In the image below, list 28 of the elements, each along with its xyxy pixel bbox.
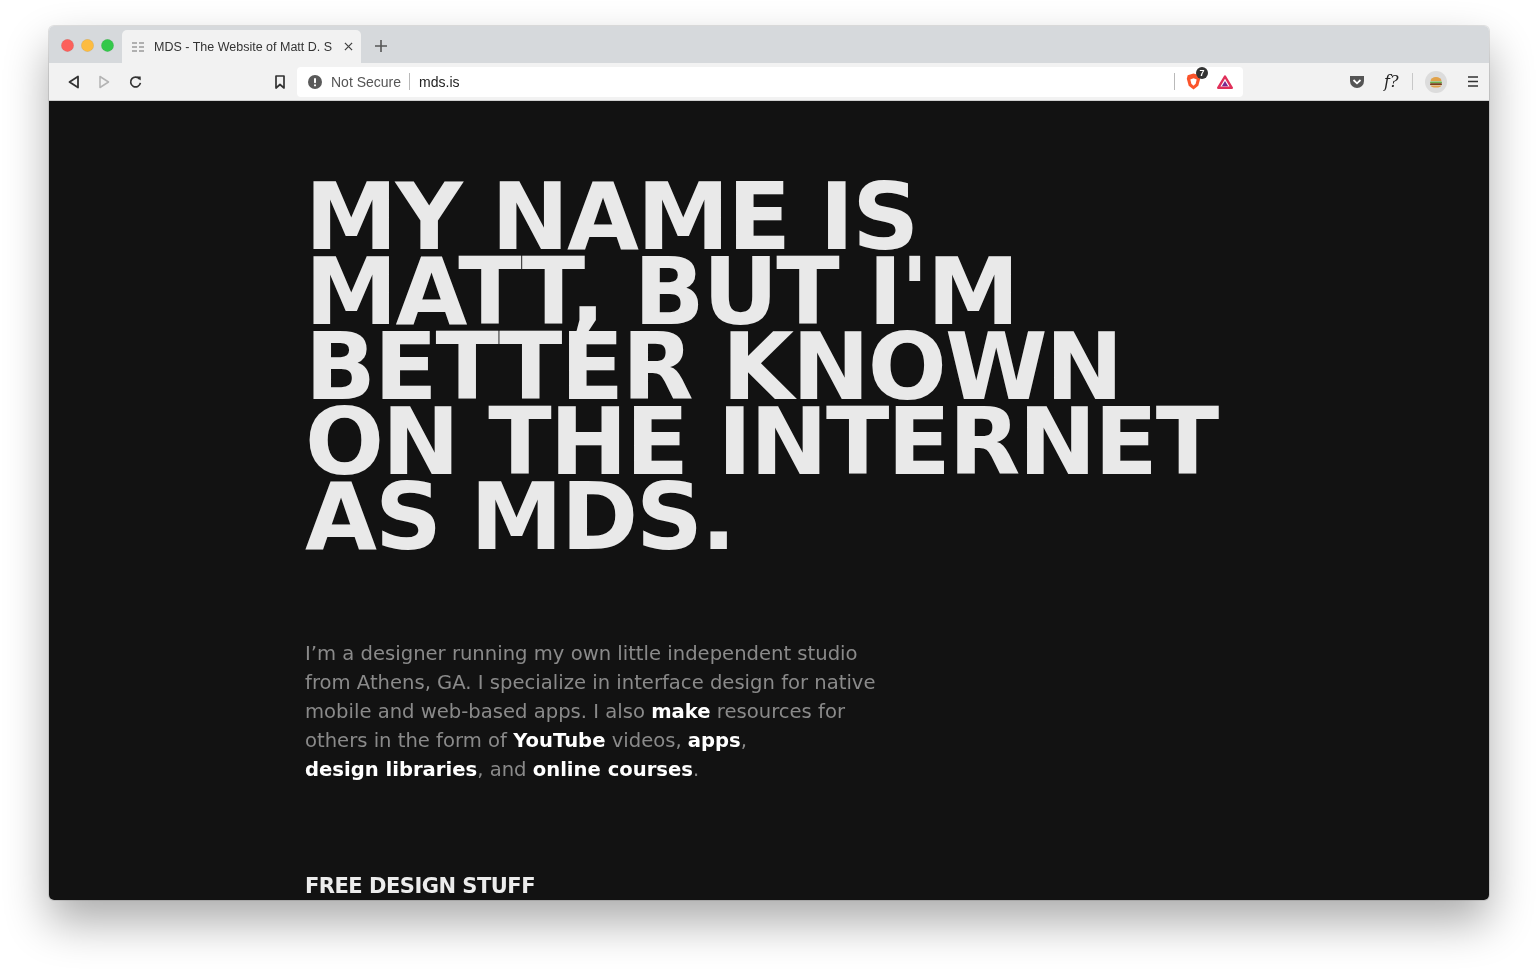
count-badge: 7	[1196, 67, 1208, 79]
url-text: mds.is	[419, 73, 460, 90]
bookmark-icon[interactable]	[275, 74, 285, 89]
inline-link[interactable]: design libraries	[305, 758, 478, 781]
forward-icon	[98, 74, 111, 89]
inline-link[interactable]: YouTube	[513, 729, 606, 752]
warning-icon[interactable]	[308, 74, 322, 89]
plus-icon[interactable]	[375, 40, 387, 52]
burger-icon[interactable]	[1424, 70, 1447, 93]
inline-link[interactable]: make	[651, 700, 711, 723]
lines-icon	[132, 41, 144, 52]
address-field[interactable]: Not Secure mds.is 7	[297, 66, 1243, 97]
headline: MY NAME IS MATT, BUT I'M BETTER KNOWN ON THE INTERNET AS MDS.	[305, 180, 1220, 555]
chevron-badge-icon[interactable]	[1349, 74, 1365, 89]
shield-icon[interactable]	[1186, 73, 1201, 90]
inline-link[interactable]: apps	[687, 729, 741, 752]
reload-icon	[129, 74, 142, 89]
menu-icon[interactable]	[1467, 76, 1478, 87]
security-label: Not Secure	[331, 73, 402, 90]
intro-paragraph: I’m a designer running my own little independent studio from Athens, GA. I specialize in interface design for native mobile and web-based apps. I also make resources for others in the form of YouTube videos, apps, design libraries, and online courses.	[305, 641, 877, 783]
back-icon	[67, 74, 80, 89]
close-icon[interactable]	[344, 42, 353, 51]
section-heading: FREE DESIGN STUFF	[305, 876, 536, 896]
tab-title: MDS - The Website of Matt D. S	[154, 39, 334, 54]
extension-text[interactable]: f?	[1384, 72, 1399, 91]
inline-link[interactable]: online courses	[532, 758, 693, 781]
browser-tab[interactable]: MDS - The Website of Matt D. S	[122, 30, 361, 63]
triangle-icon[interactable]	[1217, 74, 1233, 89]
